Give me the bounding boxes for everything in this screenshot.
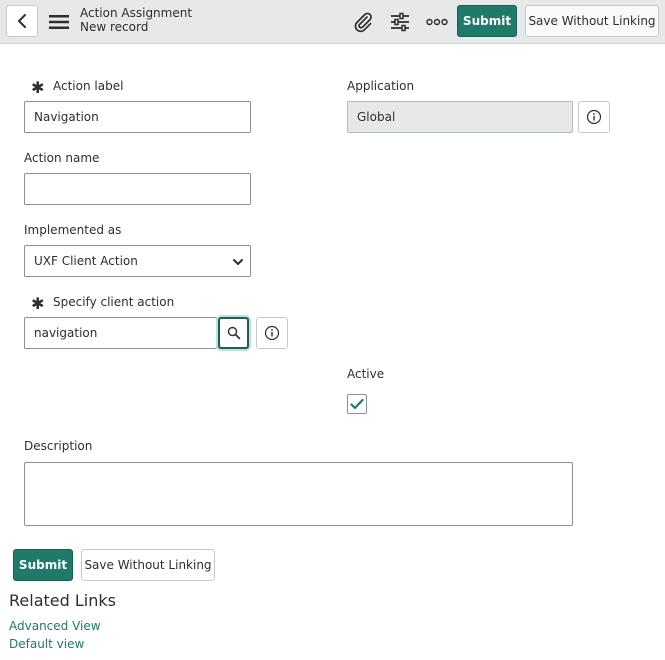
active-checkbox[interactable] <box>347 394 367 414</box>
default-view-link[interactable]: Default view <box>9 637 84 651</box>
specify-client-action-input[interactable]: navigation <box>24 317 217 349</box>
implemented-as-label: Implemented as <box>24 223 122 237</box>
specify-client-action-label: Specify client action <box>53 295 175 309</box>
search-icon <box>227 326 240 340</box>
form-title-table: Action Assignment <box>80 6 193 20</box>
attachment-button[interactable] <box>350 9 376 35</box>
advanced-view-link[interactable]: Advanced View <box>9 619 101 633</box>
footer-save-without-linking-button[interactable]: Save Without Linking <box>81 549 215 581</box>
application-value: Global <box>357 110 396 124</box>
chevron-down-icon <box>233 259 243 265</box>
more-options-button[interactable] <box>424 9 450 35</box>
action-label-label: Action label <box>53 79 124 93</box>
description-label: Description <box>24 439 93 453</box>
application-field: Global <box>347 101 573 133</box>
required-indicator: ✱ <box>31 294 45 313</box>
sliders-icon <box>391 12 409 32</box>
action-name-label: Action name <box>24 151 100 165</box>
hamburger-menu-icon <box>49 15 69 29</box>
checkmark-icon <box>350 398 364 410</box>
implemented-as-select[interactable]: UXF Client Action <box>24 245 251 277</box>
client-action-info-button[interactable] <box>256 317 288 349</box>
application-label: Application <box>347 79 415 93</box>
related-links-title: Related Links <box>9 591 116 610</box>
specify-client-action-value: navigation <box>34 326 98 340</box>
implemented-as-value: UXF Client Action <box>34 254 138 268</box>
info-icon <box>586 109 602 125</box>
form-header: Action Assignment New record Submit Save… <box>0 0 665 44</box>
form-title-record: New record <box>80 20 149 34</box>
header-submit-button[interactable]: Submit <box>457 5 517 37</box>
personalize-form-button[interactable] <box>387 9 413 35</box>
paperclip-icon <box>354 12 372 33</box>
required-indicator: ✱ <box>31 78 45 97</box>
application-info-button[interactable] <box>578 101 610 133</box>
action-label-input[interactable]: Navigation <box>24 101 251 133</box>
form-title: Action Assignment New record <box>80 6 192 34</box>
active-label: Active <box>347 367 385 381</box>
lookup-search-button[interactable] <box>218 317 249 349</box>
header-save-without-linking-button[interactable]: Save Without Linking <box>525 5 659 37</box>
description-textarea[interactable] <box>24 462 573 526</box>
more-horizontal-icon <box>426 18 448 26</box>
action-label-value: Navigation <box>34 110 99 124</box>
context-menu-button[interactable] <box>46 10 72 34</box>
back-button[interactable] <box>6 5 38 37</box>
footer-submit-button[interactable]: Submit <box>13 549 73 581</box>
info-icon <box>264 325 280 341</box>
chevron-left-icon <box>18 14 26 28</box>
action-name-input[interactable] <box>24 173 251 205</box>
